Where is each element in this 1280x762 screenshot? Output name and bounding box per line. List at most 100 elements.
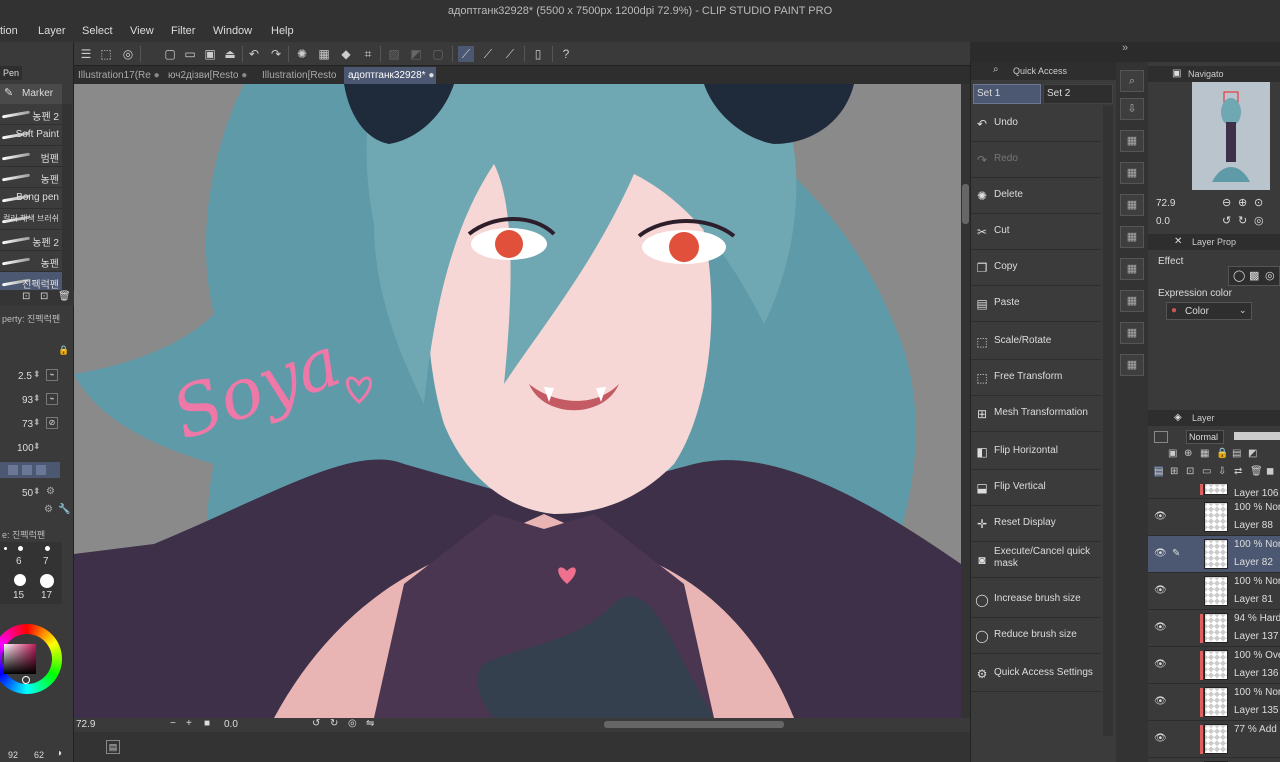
grid-snap-icon[interactable]: ⟋	[502, 46, 518, 62]
device-icon[interactable]: ▯	[530, 46, 546, 62]
zoom-in-icon[interactable]: ⊕	[1238, 196, 1247, 209]
rotate-left-icon[interactable]: ↺	[1222, 214, 1231, 227]
panel-toggle-icon[interactable]: ▤	[106, 740, 120, 754]
navigator-preview[interactable]	[1192, 82, 1270, 190]
lock-icon[interactable]: 🔒	[58, 345, 69, 356]
size-spinner-icon[interactable]: ⬍	[33, 369, 41, 380]
stabilization-spinner-icon[interactable]: ⬍	[33, 417, 41, 428]
panel-icon[interactable]: ▦	[1120, 354, 1144, 376]
layer-property-title[interactable]: Layer Prop	[1192, 237, 1236, 247]
navigator-angle-value[interactable]: 0.0	[1156, 216, 1170, 227]
mask-layer-icon[interactable]: ◼	[1266, 466, 1274, 477]
lock-layer-icon[interactable]: 🔒	[1216, 448, 1228, 459]
new-folder-icon[interactable]: ▭	[1202, 466, 1211, 477]
brush-item[interactable]: 농펜	[0, 251, 62, 272]
ruler-snap-icon[interactable]: ⟋	[458, 46, 474, 62]
new-vector-layer-icon[interactable]: ⊡	[1186, 466, 1194, 477]
new-raster-layer-icon[interactable]: ⊞	[1170, 466, 1178, 477]
flip-icon[interactable]: ⇋	[366, 718, 374, 729]
quick-access-item[interactable]: ❐ Copy	[971, 250, 1101, 286]
quick-access-item[interactable]: ⬚ Scale/Rotate	[971, 324, 1101, 360]
visibility-eye-icon[interactable]: 👁	[1154, 511, 1167, 522]
density-spinner-icon[interactable]: ⬍	[33, 441, 41, 452]
canvas-vertical-scrollbar[interactable]	[961, 84, 970, 718]
zoom-out-icon[interactable]: ⊖	[1222, 196, 1231, 209]
save-icon[interactable]: ▣	[202, 46, 218, 62]
delete-brush-icon[interactable]: 🗑	[58, 291, 71, 302]
quick-access-item[interactable]: ⚙ Quick Access Settings	[971, 656, 1101, 692]
undo-icon[interactable]: ↶	[246, 46, 262, 62]
fit-icon[interactable]: ■	[204, 718, 210, 729]
doc-tab[interactable]: юч2дізви[Resto ●	[164, 67, 256, 84]
merge-down-icon[interactable]: ⇩	[1218, 466, 1226, 477]
brush-item[interactable]: 농펜 2	[0, 230, 62, 251]
visibility-eye-icon[interactable]: 👁	[1154, 659, 1167, 670]
quick-access-item[interactable]: ✂ Cut	[971, 214, 1101, 250]
layer-panel-title[interactable]: Layer	[1192, 413, 1215, 423]
reset-rotation-icon[interactable]: ◎	[348, 718, 357, 729]
wrench-icon[interactable]: 🔧	[58, 504, 70, 515]
redo-icon[interactable]: ↷	[268, 46, 284, 62]
layer-row[interactable]: 👁 ✎ 100 % Norm Layer 82	[1148, 536, 1280, 573]
visibility-eye-icon[interactable]: 👁	[1154, 585, 1167, 596]
transform-icon[interactable]: ⌗	[360, 46, 376, 62]
color-settings-icon[interactable]: ◑	[56, 748, 62, 759]
layer-row[interactable]: 👁 77 % Add (	[1148, 721, 1280, 758]
stabilization-value[interactable]: 73	[22, 419, 33, 430]
menu-item-animation[interactable]: tion	[0, 25, 18, 37]
layer-list-view-icon[interactable]: ▤	[1154, 466, 1164, 477]
blend-mode-dropdown[interactable]: Normal	[1186, 430, 1224, 444]
rotate-right-icon[interactable]: ↻	[330, 718, 338, 729]
quick-access-item[interactable]: ⬚ Free Transform	[971, 360, 1101, 396]
brush-item[interactable]: Bong pen	[0, 188, 62, 209]
menu-item-help[interactable]: Help	[271, 25, 294, 37]
lock-transparency-icon[interactable]: ▤	[1232, 448, 1241, 459]
rotate-left-icon[interactable]: ↺	[312, 718, 320, 729]
quick-access-item[interactable]: ◧ Flip Horizontal	[971, 434, 1101, 470]
set-tab-2[interactable]: Set 2	[1043, 84, 1113, 104]
clip-studio-icon[interactable]: ◎	[120, 46, 136, 62]
doc-tab[interactable]: Illustration17(Re ●	[74, 67, 162, 84]
panel-icon[interactable]: ▦	[1120, 290, 1144, 312]
open-file-icon[interactable]: ▭	[182, 46, 198, 62]
bucket-icon[interactable]: ◆	[338, 46, 354, 62]
quick-access-item[interactable]: ⊞ Mesh Transformation	[971, 396, 1101, 432]
opacity-spinner-icon[interactable]: ⬍	[33, 393, 41, 404]
navigator-title[interactable]: Navigato	[1188, 69, 1224, 79]
panel-icon[interactable]: ▦	[1120, 130, 1144, 152]
opacity-slider[interactable]	[1234, 432, 1280, 440]
layer-row[interactable]: 👁 100 % Nor Layer 135	[1148, 684, 1280, 721]
aa-spinner-icon[interactable]: ⬍	[33, 486, 41, 497]
size-dot[interactable]	[40, 574, 54, 588]
panel-icon[interactable]: ▦	[1120, 162, 1144, 184]
transfer-icon[interactable]: ⇄	[1234, 466, 1242, 477]
border-effect-icon[interactable]: ◯	[1233, 269, 1245, 282]
quick-access-item[interactable]: ✺ Delete	[971, 178, 1101, 214]
angle-value[interactable]: 0.0	[224, 719, 238, 730]
aa-value[interactable]: 50	[22, 488, 33, 499]
brush-item[interactable]: 범펜	[0, 146, 62, 167]
density-value[interactable]: 100	[17, 443, 34, 454]
selection-icon[interactable]: ▢	[430, 46, 446, 62]
visibility-eye-icon[interactable]: 👁	[1154, 622, 1167, 633]
brush-size-value[interactable]: 2.5	[18, 371, 32, 382]
canvas-horizontal-scrollbar[interactable]	[604, 721, 784, 728]
panel-icon[interactable]: ▦	[1120, 322, 1144, 344]
doc-tab[interactable]: Illustration[Resto ●	[258, 67, 342, 98]
rotate-right-icon[interactable]: ↻	[1238, 214, 1247, 227]
brush-item[interactable]: 농펜 2	[0, 104, 62, 125]
reference-icon[interactable]: ⊕	[1184, 448, 1192, 459]
color-picker-handle[interactable]	[22, 676, 30, 684]
fit-icon[interactable]: ⊙	[1254, 196, 1263, 209]
color-effect-icon[interactable]: ◎	[1265, 269, 1275, 282]
layer-row[interactable]: 👁 94 % Hard Layer 137	[1148, 610, 1280, 647]
quick-access-item[interactable]: ↶ Undo	[971, 106, 1101, 142]
tone-effect-icon[interactable]: ▩	[1249, 269, 1259, 282]
opacity-value[interactable]: 93	[22, 395, 33, 406]
invert-selection-icon[interactable]: ◩	[408, 46, 424, 62]
new-file-icon[interactable]: ▢	[162, 46, 178, 62]
quick-access-item[interactable]: ◯ Reduce brush size	[971, 618, 1101, 654]
help-icon[interactable]: ?	[558, 46, 574, 62]
clipping-icon[interactable]: ▣	[1168, 448, 1177, 459]
stabilization-toggle-icon[interactable]: ⊘	[46, 417, 58, 429]
